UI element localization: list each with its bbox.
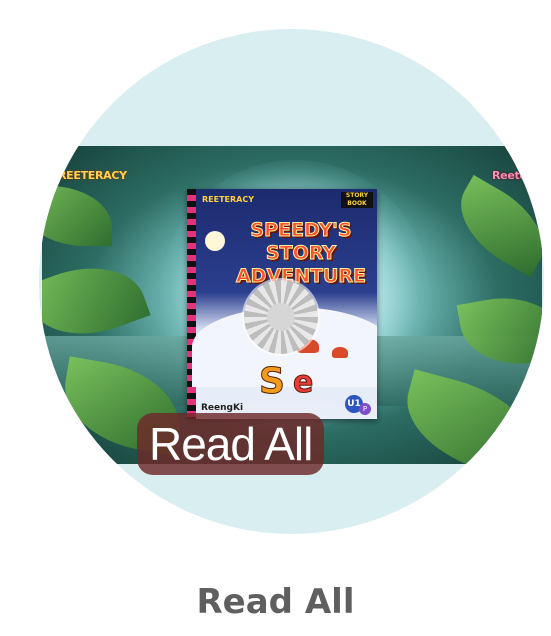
leaf-decoration [443, 175, 542, 277]
brand-logo-left: REETERACY [58, 169, 127, 182]
brand-logo-right: Reete [492, 169, 527, 182]
letter-e-character: e [292, 365, 314, 401]
overlay-title-label: Read All [137, 413, 325, 475]
mushroom-decoration [332, 347, 348, 358]
book-publisher-logo: REETERACY [202, 195, 255, 204]
level-sub-badge: P [359, 403, 371, 415]
leaf-decoration [42, 186, 112, 246]
story-book-tag: STORY BOOK [341, 192, 373, 208]
book-title: SPEEDY'S STORY ADVENTURE [235, 219, 367, 288]
book-author: ReengKi [201, 403, 244, 413]
letter-s-character: S [259, 361, 286, 403]
loading-spinner-icon [244, 280, 318, 354]
read-all-card[interactable]: REETERACY Reete REETERACY STORY BOOK SPE… [0, 0, 551, 636]
card-caption[interactable]: Read All [0, 582, 551, 622]
book-moon [205, 231, 225, 251]
